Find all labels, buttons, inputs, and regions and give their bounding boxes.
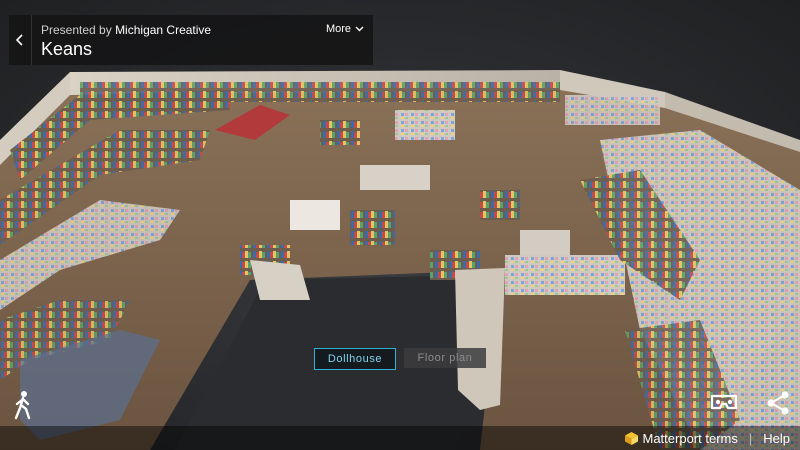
dollhouse-mode-button[interactable]: Dollhouse [314, 348, 396, 370]
model-title: Keans [41, 39, 93, 59]
walk-person-icon[interactable] [13, 390, 33, 420]
share-icon[interactable] [766, 390, 790, 416]
footer-bar: Matterport terms | Help [0, 426, 800, 450]
view-mode-switch: Dollhouse Floor plan [314, 348, 486, 370]
help-link[interactable]: Help [763, 431, 790, 446]
floor-plan-mode-button[interactable]: Floor plan [404, 348, 486, 368]
presenter-name[interactable]: Michigan Creative [115, 23, 211, 37]
matterport-terms-link[interactable]: Matterport terms [643, 431, 738, 446]
vr-headset-icon[interactable] [710, 392, 738, 414]
chevron-down-icon [355, 26, 364, 32]
matterport-logo-icon [624, 431, 638, 445]
more-button[interactable]: More [326, 23, 364, 35]
dollhouse-3d-view[interactable] [0, 0, 800, 450]
presented-by-line: Presented by Michigan Creative [41, 23, 373, 37]
model-title-card: Presented by Michigan Creative Keans Mor… [9, 15, 373, 65]
back-button[interactable] [9, 15, 32, 65]
footer-separator: | [748, 430, 753, 446]
more-label: More [325, 23, 351, 35]
chevron-left-icon [15, 34, 23, 46]
presented-by-prefix: Presented by [41, 23, 112, 37]
title-text-block: Presented by Michigan Creative Keans [32, 15, 373, 65]
